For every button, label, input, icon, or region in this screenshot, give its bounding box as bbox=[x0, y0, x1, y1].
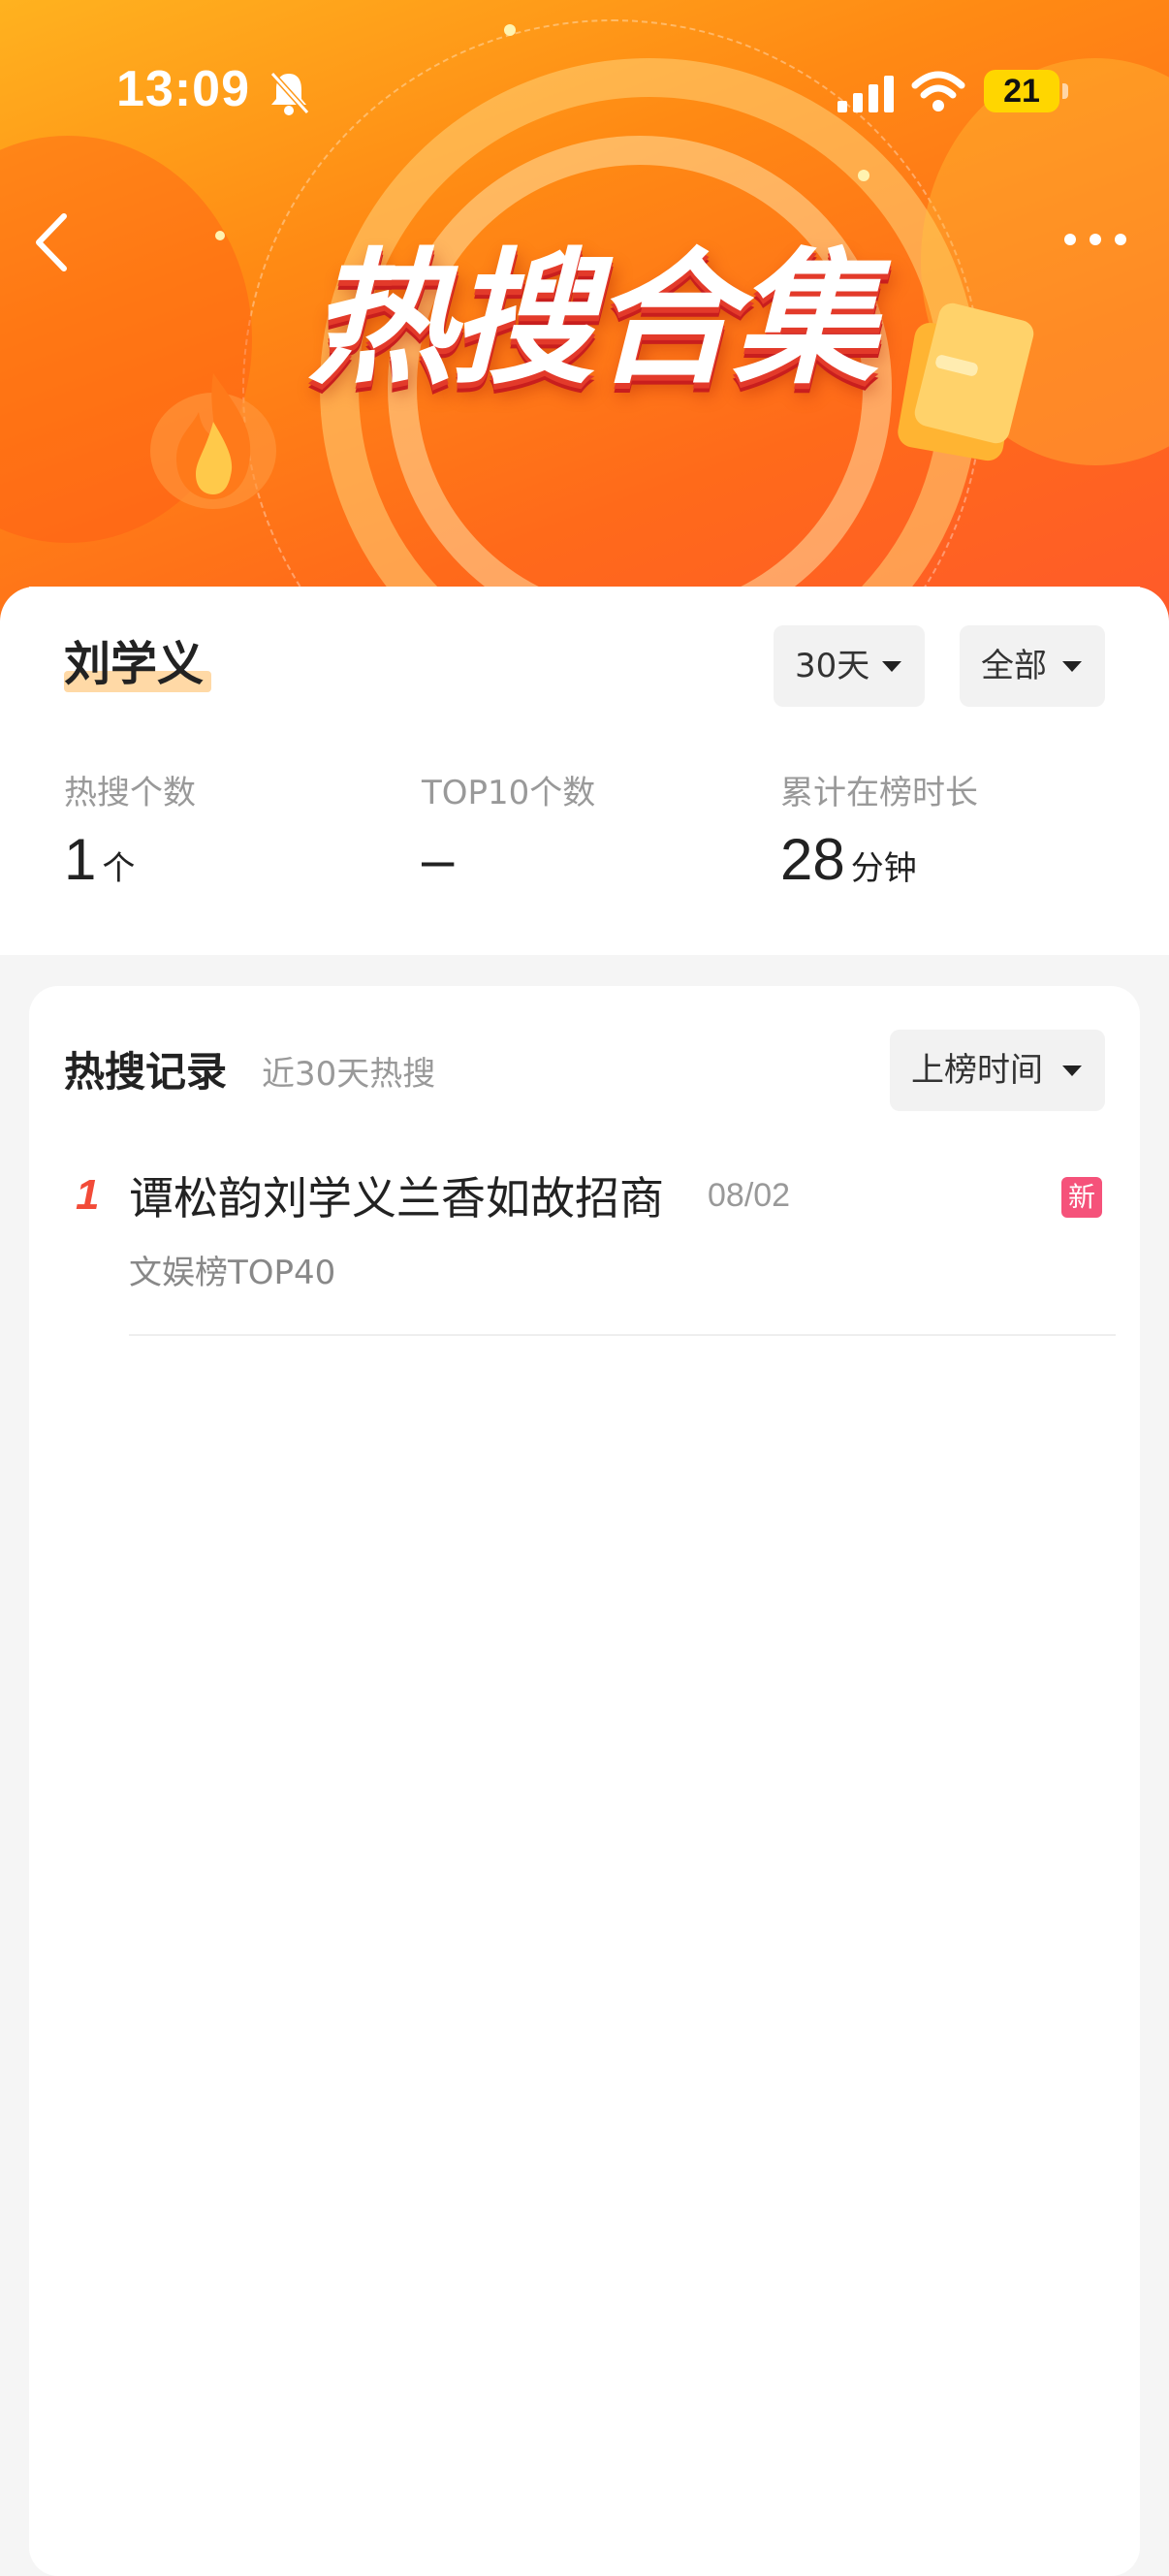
period-filter-dropdown[interactable]: 30天 bbox=[774, 625, 925, 707]
sort-label: 上榜时间 bbox=[911, 1051, 1043, 1090]
stat-value-hot-count: 1个 bbox=[64, 826, 135, 893]
new-badge: 新 bbox=[1061, 1177, 1102, 1218]
status-time: 13:09 bbox=[116, 61, 250, 117]
back-chevron-icon[interactable] bbox=[29, 208, 78, 276]
item-subtitle: 文娱榜TOP40 bbox=[129, 1254, 336, 1292]
folder-icon bbox=[898, 302, 1034, 461]
rank-number: 1 bbox=[76, 1171, 100, 1219]
signal-icon bbox=[837, 76, 894, 112]
chevron-down-icon bbox=[1062, 1065, 1082, 1076]
scope-filter-label: 全部 bbox=[981, 647, 1047, 685]
scope-filter-dropdown[interactable]: 全部 bbox=[960, 625, 1105, 707]
stat-label-hot-count: 热搜个数 bbox=[64, 774, 196, 812]
banner-title: 热搜合集 bbox=[307, 236, 878, 404]
flame-icon bbox=[150, 373, 276, 509]
more-dots-icon[interactable] bbox=[1057, 225, 1134, 254]
item-title[interactable]: 谭松韵刘学义兰香如故招商 bbox=[129, 1163, 664, 1227]
battery-icon: 21 bbox=[984, 70, 1059, 112]
sort-dropdown[interactable]: 上榜时间 bbox=[890, 1030, 1105, 1111]
person-name: 刘学义 bbox=[64, 637, 205, 691]
records-title: 热搜记录 bbox=[64, 1048, 228, 1096]
stat-value-top10: – bbox=[422, 826, 454, 893]
status-bar: 13:09 21 bbox=[0, 0, 1169, 184]
stat-number: – bbox=[422, 827, 455, 892]
stat-unit: 个 bbox=[102, 849, 136, 888]
divider bbox=[129, 1334, 1116, 1336]
stat-value-duration: 28 分钟 bbox=[780, 826, 917, 893]
chevron-down-icon bbox=[882, 661, 901, 672]
item-date: 08/02 bbox=[708, 1177, 791, 1214]
stat-number: 28 bbox=[780, 827, 845, 892]
stat-unit: 分钟 bbox=[850, 849, 917, 888]
chevron-down-icon bbox=[1062, 661, 1082, 672]
period-filter-label: 30天 bbox=[795, 647, 870, 685]
person-name-wrap: 刘学义 bbox=[64, 630, 211, 698]
bell-slash-icon bbox=[269, 71, 310, 115]
battery-tip bbox=[1062, 83, 1068, 99]
stat-number: 1 bbox=[64, 827, 97, 892]
wifi-icon bbox=[911, 71, 965, 111]
records-subtitle: 近30天热搜 bbox=[262, 1055, 436, 1094]
stat-label-duration: 累计在榜时长 bbox=[780, 774, 978, 812]
stat-label-top10: TOP10个数 bbox=[422, 774, 596, 812]
